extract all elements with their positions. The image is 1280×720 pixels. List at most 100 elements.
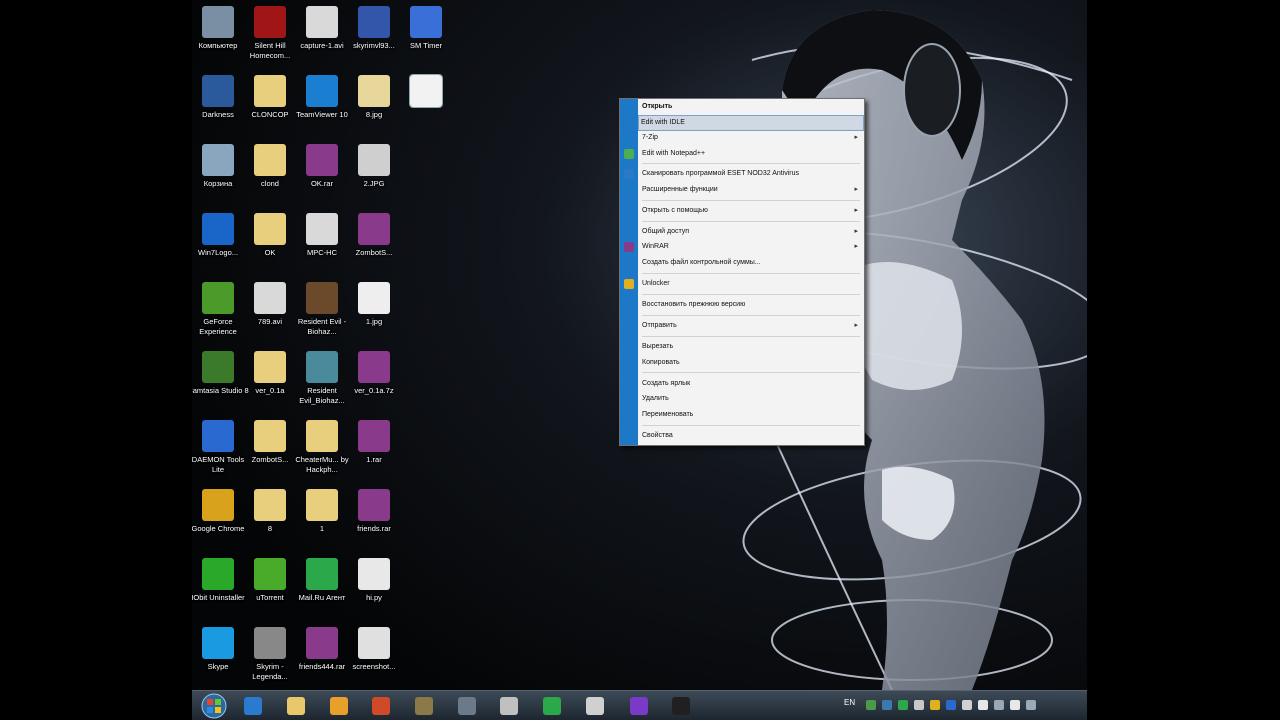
desktop-icon[interactable]: IObit Uninstaller bbox=[192, 554, 245, 622]
desktop-icon[interactable]: clond bbox=[244, 140, 296, 208]
context-menu-item[interactable]: Сканировать программой ESET NOD32 Antivi… bbox=[640, 167, 862, 181]
desktop-icon-image bbox=[254, 75, 286, 107]
context-menu-item[interactable]: Восстановить прежнюю версию bbox=[640, 298, 862, 312]
taskbar-ie-button[interactable] bbox=[234, 694, 272, 718]
context-menu-item[interactable]: Вырезать bbox=[640, 340, 862, 354]
taskbar-minecraft-button[interactable] bbox=[405, 694, 443, 718]
desktop-icon-image bbox=[306, 6, 338, 38]
desktop-icon[interactable]: ZombotS... bbox=[348, 209, 400, 277]
context-menu-item-label: Edit with IDLE bbox=[641, 119, 685, 126]
context-menu-item[interactable]: Переименовать bbox=[640, 408, 862, 422]
desktop-icon[interactable]: GeForce Experience bbox=[192, 278, 244, 346]
desktop-icon[interactable]: friends444.rar bbox=[296, 623, 348, 691]
submenu-arrow-icon: ▸ bbox=[854, 243, 858, 250]
context-menu-item[interactable]: Открыть с помощью ▸ bbox=[640, 204, 862, 218]
desktop-icon[interactable]: Компьютер bbox=[192, 2, 244, 70]
desktop-icon[interactable]: friends.rar bbox=[348, 485, 400, 553]
context-menu-item[interactable]: Расширенные функции ▸ bbox=[640, 183, 862, 197]
context-menu-item-icon bbox=[624, 242, 634, 252]
taskbar-visualstudio-button[interactable] bbox=[620, 694, 658, 718]
taskbar-chrome-button[interactable] bbox=[362, 694, 400, 718]
context-menu-item-label: Unlocker bbox=[642, 280, 670, 287]
context-menu-item[interactable]: Общий доступ ▸ bbox=[640, 225, 862, 239]
desktop-icon[interactable]: uTorrent bbox=[244, 554, 296, 622]
desktop-icon[interactable]: TeamViewer 10 bbox=[296, 71, 348, 139]
desktop-icon-image bbox=[358, 489, 390, 521]
tray-icon[interactable] bbox=[962, 700, 972, 710]
context-menu-item[interactable]: WinRAR ▸ bbox=[640, 240, 862, 254]
taskbar-ie-icon bbox=[244, 697, 262, 715]
desktop-icon-image bbox=[254, 144, 286, 176]
start-button[interactable] bbox=[194, 691, 234, 720]
taskbar-cmd-button[interactable] bbox=[662, 694, 700, 718]
desktop-icon[interactable]: Resident Evil_Biohaz... bbox=[296, 347, 348, 415]
desktop-icon[interactable]: 1 bbox=[296, 485, 348, 553]
power-icon[interactable] bbox=[1026, 700, 1036, 710]
desktop-icon[interactable]: Skyrim - Legenda... bbox=[244, 623, 296, 691]
desktop-icon[interactable]: OK bbox=[244, 209, 296, 277]
language-indicator[interactable]: EN bbox=[844, 698, 855, 707]
desktop-icon[interactable]: hi.py bbox=[348, 554, 400, 622]
desktop-icon[interactable]: Skype bbox=[192, 623, 244, 691]
context-menu-item[interactable]: Отправить ▸ bbox=[640, 319, 862, 333]
desktop-icon[interactable] bbox=[400, 71, 452, 139]
tray-icon[interactable] bbox=[914, 700, 924, 710]
desktop-icon-label: ZombotS... bbox=[355, 248, 393, 257]
desktop-icon[interactable]: ver_0.1a.7z bbox=[348, 347, 400, 415]
network-icon[interactable] bbox=[994, 700, 1004, 710]
tray-icon[interactable] bbox=[930, 700, 940, 710]
desktop-icon[interactable]: screenshot... bbox=[348, 623, 400, 691]
taskbar-tool-button[interactable] bbox=[490, 694, 528, 718]
context-menu-item[interactable]: Создать файл контрольной суммы... bbox=[640, 256, 862, 270]
context-menu-item[interactable]: Создать ярлык bbox=[640, 377, 862, 391]
desktop-icon[interactable]: CLONCOP bbox=[244, 71, 296, 139]
context-menu-item[interactable]: 7-Zip ▸ bbox=[640, 131, 862, 145]
desktop-icon[interactable]: Darkness bbox=[192, 71, 244, 139]
context-menu-item[interactable]: Свойства bbox=[640, 429, 862, 443]
tray-icon[interactable] bbox=[882, 700, 892, 710]
taskbar-python-button[interactable] bbox=[576, 694, 614, 718]
flag-icon[interactable] bbox=[1010, 700, 1020, 710]
desktop-icon[interactable]: 8.jpg bbox=[348, 71, 400, 139]
taskbar-python-icon bbox=[586, 697, 604, 715]
desktop-icon[interactable]: Resident Evil - Biohaz... bbox=[296, 278, 348, 346]
context-menu-item[interactable]: Открыть bbox=[640, 100, 862, 114]
tray-icon[interactable] bbox=[946, 700, 956, 710]
desktop-icon-image bbox=[254, 420, 286, 452]
desktop-icon[interactable]: 8 bbox=[244, 485, 296, 553]
desktop-icon[interactable]: Google Chrome bbox=[192, 485, 244, 553]
desktop-icon[interactable]: capture-1.avi bbox=[296, 2, 348, 70]
desktop-icon[interactable]: 2.JPG bbox=[348, 140, 400, 208]
context-menu-item-label: Создать ярлык bbox=[642, 380, 691, 387]
desktop-icon[interactable]: 1.jpg bbox=[348, 278, 400, 346]
taskbar-mailru-button[interactable] bbox=[533, 694, 571, 718]
tray-icon[interactable] bbox=[866, 700, 876, 710]
desktop-icon[interactable]: Win7Logo... bbox=[192, 209, 244, 277]
desktop-icon[interactable]: ZombotS... bbox=[244, 416, 296, 484]
context-menu-item[interactable]: Edit with Notepad++ bbox=[640, 147, 862, 161]
desktop-icon[interactable]: MPC-HC bbox=[296, 209, 348, 277]
desktop-icon-image bbox=[306, 627, 338, 659]
desktop-icon[interactable]: Camtasia Studio 8 bbox=[192, 347, 249, 415]
context-menu-item[interactable]: Unlocker bbox=[640, 277, 862, 291]
desktop-icon[interactable]: Корзина bbox=[192, 140, 244, 208]
submenu-arrow-icon: ▸ bbox=[854, 228, 858, 235]
taskbar-explorer-button[interactable] bbox=[277, 694, 315, 718]
desktop-icon[interactable]: Mail.Ru Агент bbox=[296, 554, 348, 622]
desktop-icon[interactable]: ver_0.1a bbox=[244, 347, 296, 415]
menu-separator bbox=[642, 294, 860, 295]
desktop-icon[interactable]: skyrimvl93... bbox=[348, 2, 400, 70]
desktop-icon[interactable]: DAEMON Tools Lite bbox=[192, 416, 244, 484]
taskbar-media-button[interactable] bbox=[320, 694, 358, 718]
desktop-icon[interactable]: CheaterMu... by Hackph... bbox=[295, 416, 349, 484]
tray-icon[interactable] bbox=[898, 700, 908, 710]
taskbar-app-button[interactable] bbox=[448, 694, 486, 718]
desktop-icon[interactable]: Silent Hill Homecom... bbox=[244, 2, 296, 70]
context-menu-item[interactable]: Удалить bbox=[640, 392, 862, 406]
desktop-icon[interactable]: SM Timer bbox=[400, 2, 452, 70]
context-menu-item[interactable]: Копировать bbox=[640, 356, 862, 370]
desktop-icon[interactable]: 1.rar bbox=[348, 416, 400, 484]
desktop-icon[interactable]: OK.rar bbox=[296, 140, 348, 208]
volume-icon[interactable] bbox=[978, 700, 988, 710]
desktop-icon[interactable]: 789.avi bbox=[244, 278, 296, 346]
